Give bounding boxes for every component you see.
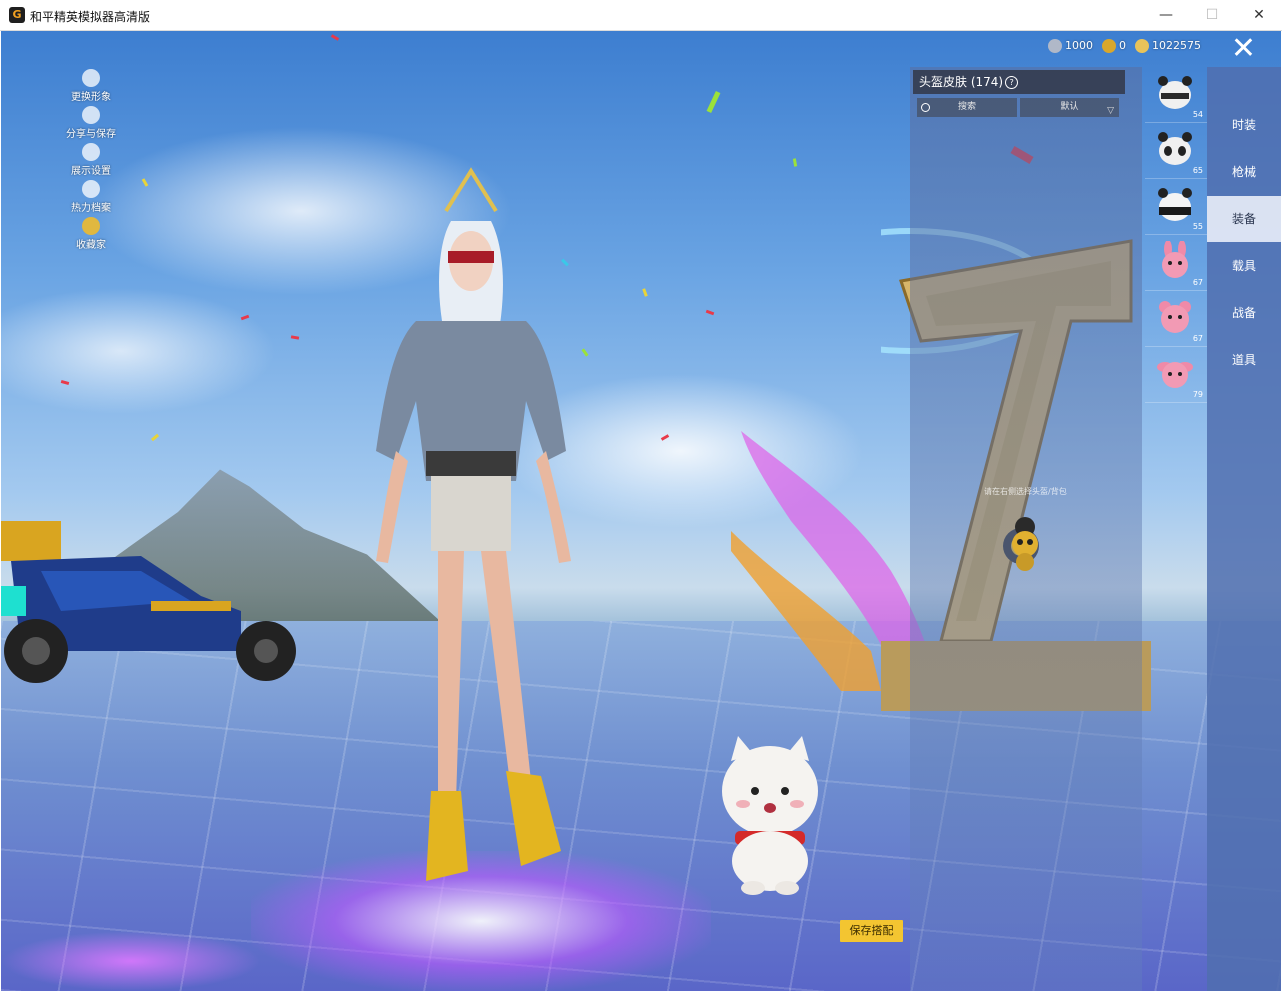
side-item-label: 收藏家 — [76, 240, 106, 251]
item-count: 65 — [1192, 166, 1203, 175]
confetti — [60, 380, 70, 385]
close-panel-button[interactable]: ✕ — [1206, 31, 1281, 67]
panel-title-text: 头盔皮肤 (174) — [919, 75, 1004, 89]
item-count: 55 — [1192, 222, 1203, 231]
list-item[interactable]: 67 — [1145, 291, 1207, 347]
confetti — [150, 433, 160, 442]
side-item-label: 分享与保存 — [66, 129, 116, 140]
item-count: 67 — [1192, 278, 1203, 287]
flame-icon — [82, 180, 100, 198]
floor-glow-left — [1, 931, 261, 991]
item-count: 67 — [1192, 334, 1203, 343]
search-icon — [921, 103, 930, 112]
sort-value: 默认 — [1060, 102, 1079, 112]
bomb-pendant-preview — [1012, 517, 1038, 571]
game-viewport: 更换形象 分享与保存 展示设置 热力档案 收藏家 1000 0 1022575 … — [1, 31, 1281, 991]
confetti — [660, 434, 670, 441]
currency-value: 1022575 — [1152, 39, 1201, 52]
panel-title: 头盔皮肤 (174)? — [913, 70, 1125, 94]
app-logo-icon: G — [9, 7, 25, 23]
share-icon — [82, 106, 100, 124]
selection-hint: 请在右侧选择头盔/背包 — [984, 487, 1067, 496]
confetti — [290, 335, 300, 340]
close-icon: ✕ — [1230, 31, 1257, 66]
gold-coin-icon — [1135, 39, 1149, 53]
maximize-button[interactable]: ☐ — [1189, 0, 1235, 30]
currency-value: 1000 — [1065, 39, 1093, 52]
collector-badge-icon — [82, 217, 100, 235]
pink-bear-icon — [1159, 301, 1191, 333]
tab-weapons[interactable]: 枪械 — [1207, 149, 1281, 195]
save-outfit-button[interactable]: 保存搭配 — [840, 920, 903, 942]
sort-dropdown[interactable]: 默认 ▽ — [1020, 98, 1119, 117]
panda-helmet-icon — [1158, 132, 1192, 165]
eye-icon — [82, 143, 100, 161]
tab-fashion[interactable]: 时装 — [1207, 102, 1281, 148]
pink-bunny-icon — [1157, 362, 1193, 388]
avatar-icon — [82, 69, 100, 87]
window-title: 和平精英模拟器高清版 — [30, 10, 151, 24]
player-character — [376, 167, 571, 881]
silver-coin-icon — [1048, 39, 1062, 53]
tab-vehicles[interactable]: 载具 — [1207, 243, 1281, 289]
currency-silver: 1000 — [1048, 39, 1093, 57]
confetti — [330, 34, 340, 41]
confetti — [141, 178, 149, 187]
currency-coupon: 0 — [1102, 39, 1126, 57]
side-item-share-save[interactable]: 分享与保存 — [61, 106, 121, 142]
confetti — [642, 288, 648, 297]
confetti — [792, 158, 798, 167]
confetti — [705, 309, 715, 316]
list-item[interactable]: 67 — [1145, 235, 1207, 291]
confetti — [240, 314, 250, 321]
window-title-bar: G 和平精英模拟器高清版 — ☐ ✕ — [0, 0, 1282, 31]
tab-equipment[interactable]: 装备 — [1207, 196, 1281, 242]
currency-gold: 1022575 — [1135, 39, 1201, 57]
tab-combat-supplies[interactable]: 战备 — [1207, 290, 1281, 336]
side-item-change-avatar[interactable]: 更换形象 — [61, 69, 121, 105]
list-item[interactable]: 55 — [1145, 179, 1207, 235]
tab-props[interactable]: 道具 — [1207, 337, 1281, 383]
confetti — [706, 90, 721, 114]
side-item-label: 热力档案 — [71, 203, 111, 214]
pink-bunny-icon — [1162, 241, 1188, 278]
minimize-button[interactable]: — — [1143, 0, 1189, 30]
side-item-collector[interactable]: 收藏家 — [61, 217, 121, 253]
search-input[interactable]: 搜索 — [917, 98, 1017, 117]
skin-panel: 头盔皮肤 (174)? 搜索 默认 ▽ 请在右侧选择头盔/背包 — [910, 67, 1142, 991]
side-item-heat-profile[interactable]: 热力档案 — [61, 180, 121, 216]
category-tabs: 时装 枪械 装备 载具 战备 道具 — [1207, 67, 1281, 991]
white-cat-pet — [722, 736, 818, 895]
item-count: 54 — [1192, 110, 1203, 119]
list-item[interactable]: 79 — [1145, 347, 1207, 403]
a-coupon-icon — [1102, 39, 1116, 53]
list-item[interactable]: 54 — [1145, 67, 1207, 123]
side-item-display-settings[interactable]: 展示设置 — [61, 143, 121, 179]
currency-value: 0 — [1119, 39, 1126, 52]
chevron-down-icon: ▽ — [1107, 106, 1114, 116]
panda-helmet-icon — [1158, 76, 1192, 109]
help-icon[interactable]: ? — [1005, 76, 1019, 89]
side-item-label: 展示设置 — [71, 166, 111, 177]
window-close-button[interactable]: ✕ — [1236, 0, 1282, 30]
item-count: 79 — [1192, 390, 1203, 399]
list-item[interactable]: 65 — [1145, 123, 1207, 179]
panda-helmet-icon — [1158, 188, 1192, 221]
side-item-label: 更换形象 — [71, 92, 111, 103]
race-kart-decoration — [1, 521, 296, 683]
search-placeholder: 搜索 — [957, 102, 976, 112]
